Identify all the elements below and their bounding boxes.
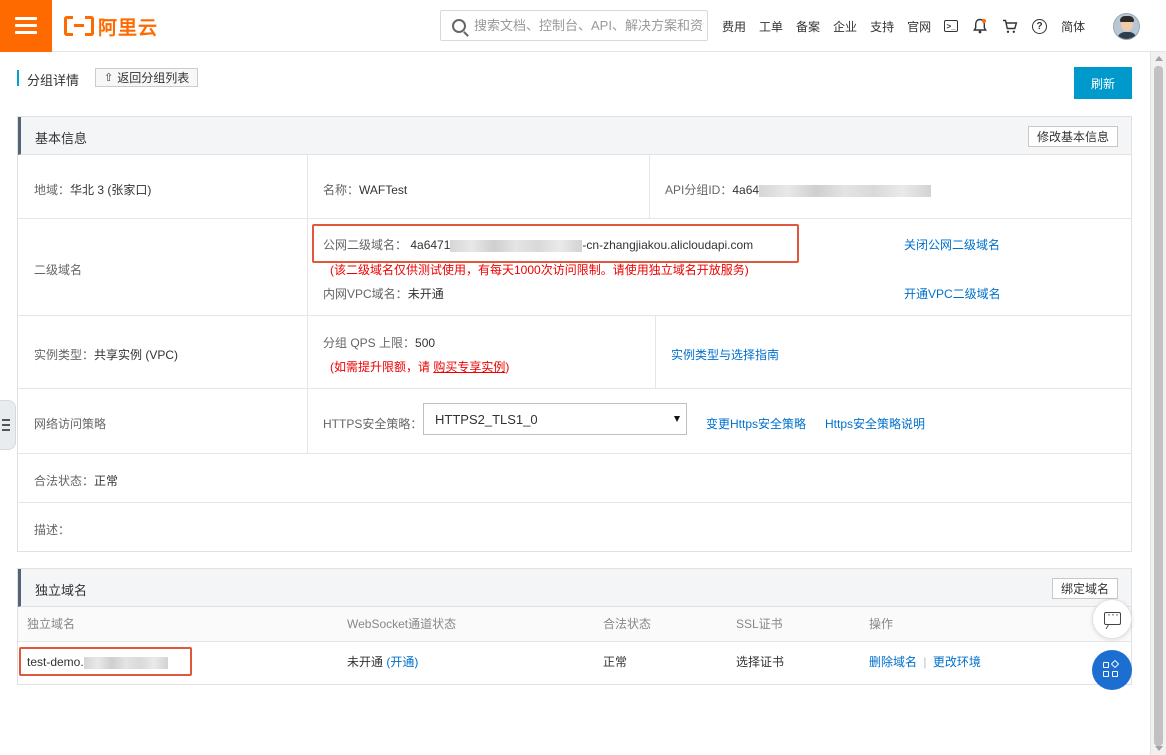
basic-info-title: 基本信息 [35,131,88,146]
column-domain: 独立域名 [27,617,76,631]
redacted-id [759,184,932,197]
back-to-group-list-button[interactable]: ⇧ 返回分组列表 [95,68,199,87]
group-id-value: 4a64 [732,183,760,197]
custom-domain-title: 独立域名 [35,583,88,598]
top-bar: 阿里云 费用 工单 备案 企业 支持 官网 >_ ? 简体 [0,0,1166,52]
row-subdomain: 二级域名 公网二级域名： 4a6471 -cn-zhangjiakou.alicl… [18,219,1131,316]
nav-support[interactable]: 支持 [870,18,894,35]
nav-official[interactable]: 官网 [907,18,931,35]
search-icon [452,18,466,33]
instance-guide-link[interactable]: 实例类型与选择指南 [671,346,779,363]
close-public-subdomain-link[interactable]: 关闭公网二级域名 [904,236,1000,253]
logo-icon [64,16,94,36]
nav-icp[interactable]: 备案 [796,18,820,35]
terminal-icon[interactable]: >_ [944,20,959,32]
instance-type-label: 实例类型： [34,348,95,362]
https-policy-label: HTTPS安全策略： [323,417,423,431]
region-value: 华北 3 (张家口) [70,183,152,197]
table-header: 独立域名 WebSocket通道状态 合法状态 SSL证书 操作 [18,607,1131,642]
column-actions: 操作 [869,617,894,631]
custom-domain-highlight [19,647,192,676]
subdomain-label: 二级域名 [34,263,83,277]
basic-info-header: 基本信息 修改基本信息 [18,117,1131,155]
delete-domain-link[interactable]: 删除域名 [869,655,917,669]
name-value: WAFTest [359,183,408,197]
back-button-label: 返回分组列表 [117,71,190,85]
https-policy-value: HTTPS2_TLS1_0 [435,411,538,427]
brand-name: 阿里云 [98,17,159,39]
custom-domain-header: 独立域名 绑定域名 [18,569,1131,607]
open-vpc-subdomain-link[interactable]: 开通VPC二级域名 [904,285,1001,302]
basic-info-panel: 基本信息 修改基本信息 地域：华北 3 (张家口) 名称：WAFTest API… [17,116,1132,552]
apps-icon[interactable] [1092,650,1132,690]
row-basic: 地域：华北 3 (张家口) 名称：WAFTest API分组ID：4a64 [18,155,1131,219]
open-websocket-link[interactable]: (开通) [386,655,418,669]
page-title: 分组详情 [27,73,80,88]
vpc-domain-label: 内网VPC域名： [323,287,408,301]
change-https-policy-link[interactable]: 变更Https安全策略 [706,415,806,432]
scroll-thumb[interactable] [1154,66,1163,746]
websocket-status: 未开通 [347,655,384,669]
change-environment-link[interactable]: 更改环境 [933,655,981,669]
public-subdomain-note: (该二级域名仅供测试使用，有每天1000次访问限制。请使用独立域名开放服务) [330,263,749,277]
name-label: 名称： [323,183,360,197]
chat-icon[interactable] [1092,599,1132,639]
column-websocket: WebSocket通道状态 [347,617,457,631]
qps-value: 500 [415,336,436,350]
instance-type-value: 共享实例 (VPC) [94,348,179,362]
group-id-label: API分组ID： [665,183,733,197]
nav-enterprise[interactable]: 企业 [833,18,857,35]
nav-fees[interactable]: 费用 [722,18,746,35]
qps-label: 分组 QPS 上限： [323,336,416,350]
column-ssl: SSL证书 [736,617,783,631]
legal-status-label: 合法状态： [34,474,95,488]
row-network: 网络访问策略 HTTPS安全策略： HTTPS2_TLS1_0 变更Https安… [18,389,1131,454]
title-accent-bar [17,70,19,86]
custom-domain-panel: 独立域名 绑定域名 独立域名 WebSocket通道状态 合法状态 SSL证书 … [17,568,1132,685]
menu-icon[interactable] [0,0,52,52]
public-subdomain-highlight [312,224,799,263]
action-separator: | [923,655,927,669]
description-label: 描述： [34,523,71,537]
scroll-down-icon[interactable] [1155,746,1163,751]
buy-dedicated-instance-link[interactable]: 购买专享实例 [433,360,505,374]
network-policy-label: 网络访问策略 [34,417,107,431]
sidebar-toggle-icon[interactable] [0,400,16,450]
avatar[interactable] [1113,13,1140,40]
bell-icon[interactable] [972,18,988,34]
custom-domain-legal-status: 正常 [603,655,628,669]
top-nav: 费用 工单 备案 企业 支持 官网 >_ ? 简体 [722,0,1098,52]
nav-language[interactable]: 简体 [1061,18,1085,35]
vpc-domain-value: 未开通 [407,287,444,301]
column-legal: 合法状态 [603,617,652,631]
caret-down-icon [674,416,680,422]
search-box[interactable] [440,10,708,41]
scroll-up-icon[interactable] [1155,56,1163,61]
legal-status-value: 正常 [94,474,119,488]
aliyun-logo[interactable]: 阿里云 [64,14,159,39]
help-icon[interactable]: ? [1032,18,1048,34]
search-input[interactable] [474,18,704,33]
region-label: 地域： [34,183,71,197]
table-row: test-demo. 未开通 (开通) 正常 选择证书 删除域名 | 更改环境 [18,642,1131,684]
row-instance: 实例类型：共享实例 (VPC) 分组 QPS 上限：500 (如需提升限额，请 … [18,316,1131,389]
qps-note: (如需提升限额，请 购买专享实例) [330,360,510,374]
cart-icon[interactable] [1002,18,1018,34]
edit-basic-info-button[interactable]: 修改基本信息 [1027,126,1118,147]
select-certificate-link[interactable]: 选择证书 [736,642,784,683]
arrow-up-icon: ⇧ [104,72,114,84]
row-description: 描述： [18,503,1131,551]
refresh-button[interactable]: 刷新 [1074,67,1132,99]
nav-tickets[interactable]: 工单 [759,18,783,35]
vertical-scrollbar[interactable] [1150,52,1166,755]
https-policy-select[interactable]: HTTPS2_TLS1_0 [423,403,687,435]
bind-domain-button[interactable]: 绑定域名 [1051,578,1118,599]
row-legal: 合法状态：正常 [18,454,1131,503]
https-policy-doc-link[interactable]: Https安全策略说明 [825,415,925,432]
